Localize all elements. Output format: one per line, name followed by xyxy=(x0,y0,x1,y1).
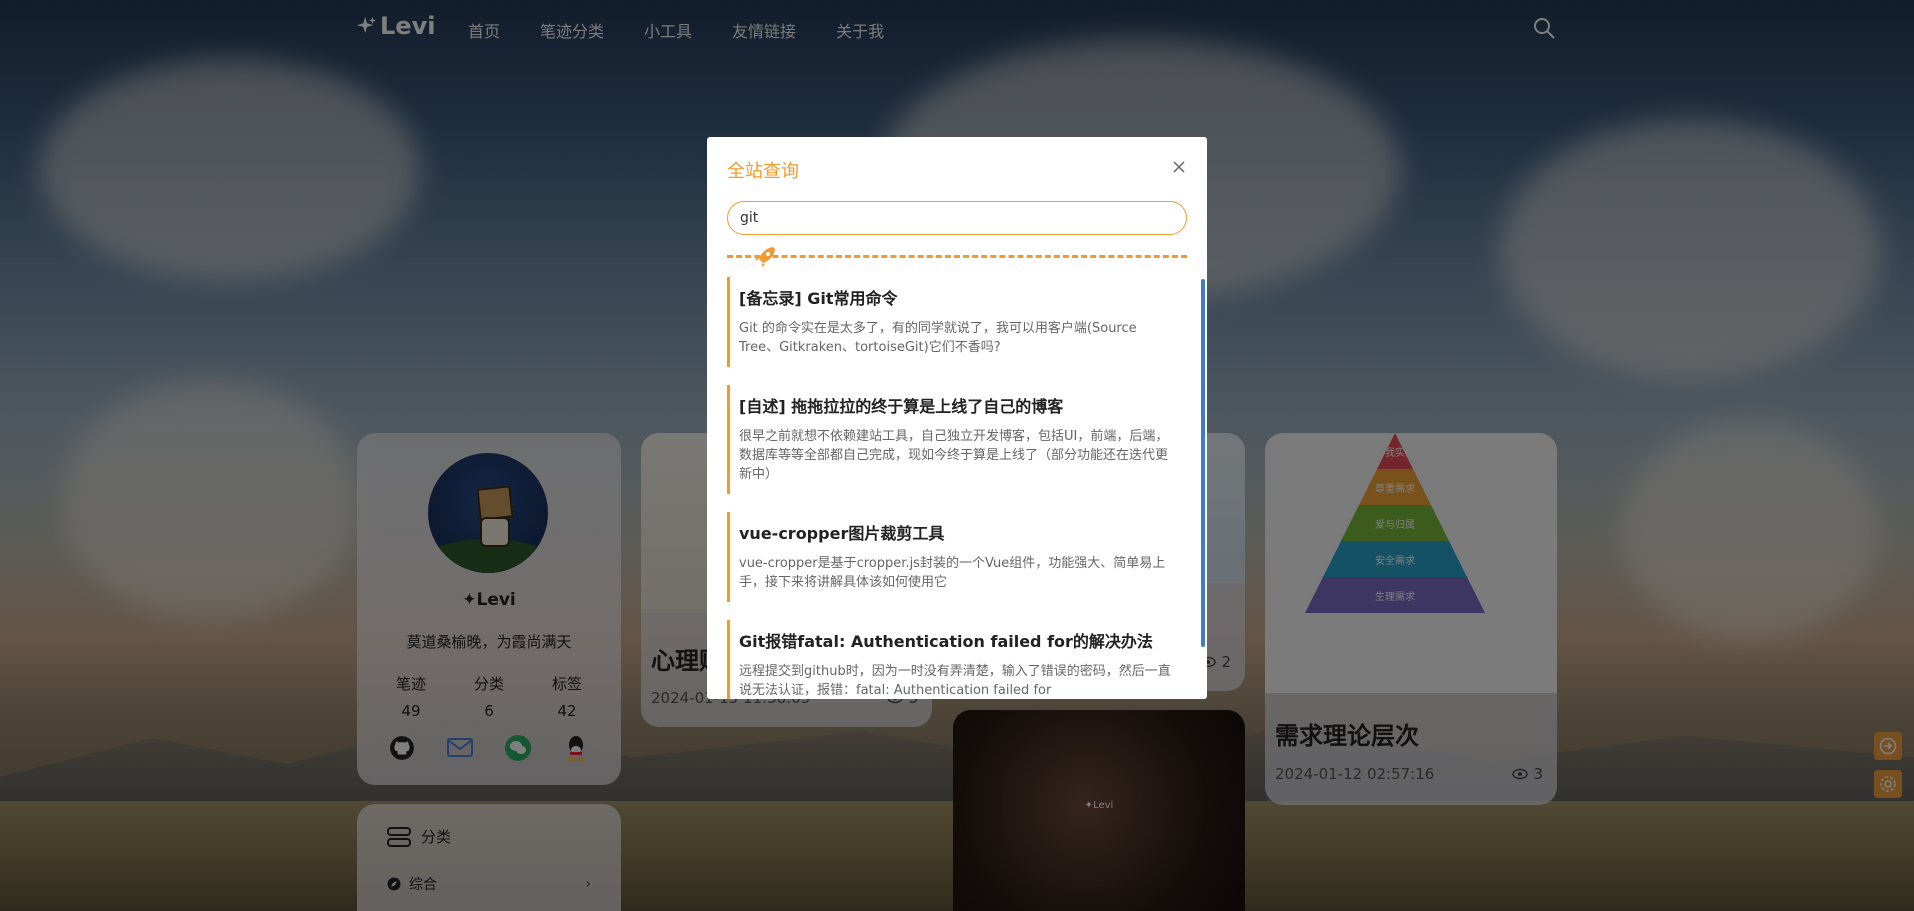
result-description: 很早之前就想不依赖建站工具，自己独立开发博客，包括UI，前端，后端，数据库等等全… xyxy=(739,429,1169,482)
modal-title: 全站查询 xyxy=(727,161,799,182)
result-description: vue-cropper是基于cropper.js封装的一个Vue组件，功能强大、… xyxy=(739,556,1166,590)
search-input[interactable] xyxy=(727,201,1187,235)
search-result[interactable]: Git报错fatal: Authentication failed for的解决… xyxy=(727,620,1185,699)
search-result[interactable]: vue-cropper图片裁剪工具 vue-cropper是基于cropper.… xyxy=(727,512,1185,602)
search-divider xyxy=(727,255,1187,258)
result-title: [备忘录] Git常用命令 xyxy=(739,289,898,308)
search-result[interactable]: [自述] 拖拖拉拉的终于算是上线了自己的博客 很早之前就想不依赖建站工具，自己独… xyxy=(727,385,1185,494)
results-scrollbar[interactable] xyxy=(1201,279,1205,647)
search-results: [备忘录] Git常用命令 Git 的命令实在是太多了，有的同学就说了，我可以用… xyxy=(727,277,1191,699)
result-title: vue-cropper图片裁剪工具 xyxy=(739,524,945,543)
result-title: Git报错fatal: Authentication failed for的解决… xyxy=(739,632,1153,651)
rocket-icon xyxy=(755,247,775,267)
result-description: Git 的命令实在是太多了，有的同学就说了，我可以用客户端(Source Tre… xyxy=(739,321,1137,355)
search-modal: 全站查询 [备忘录] Git常用命令 Git 的命令实在是太多了，有的同学就说了… xyxy=(707,137,1207,699)
result-description: 远程提交到github时，因为一时没有弄清楚，输入了错误的密码，然后一直说无法认… xyxy=(739,664,1171,698)
result-title: [自述] 拖拖拉拉的终于算是上线了自己的博客 xyxy=(739,397,1064,416)
search-result[interactable]: [备忘录] Git常用命令 Git 的命令实在是太多了，有的同学就说了，我可以用… xyxy=(727,277,1185,367)
close-icon[interactable] xyxy=(1171,159,1187,175)
